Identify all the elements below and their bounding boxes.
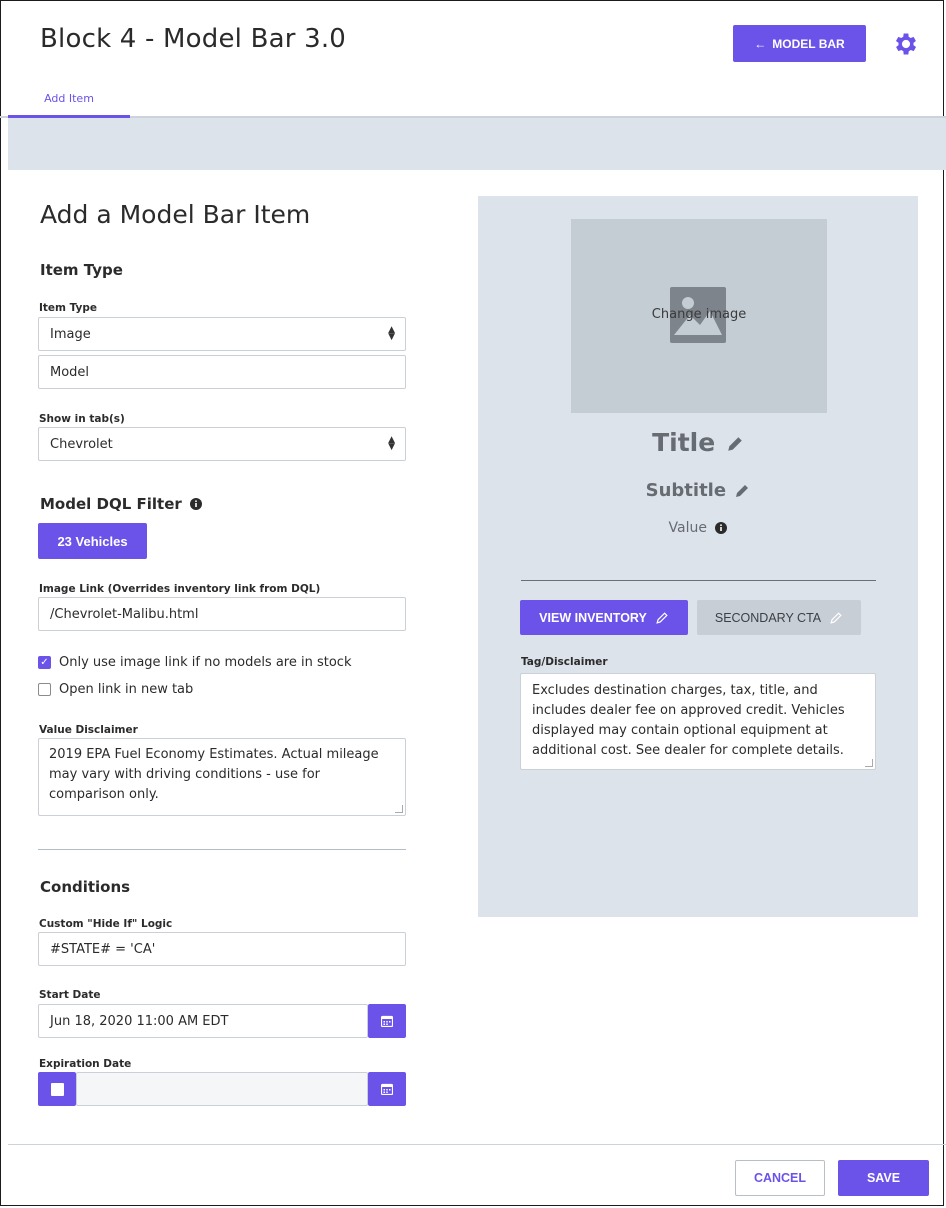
item-subtype-value: Model <box>50 364 90 380</box>
start-date-input[interactable]: Jun 18, 2020 11:00 AM EDT <box>38 1004 368 1038</box>
checkbox-unchecked[interactable] <box>38 683 51 696</box>
value-disclaimer-text: 2019 EPA Fuel Economy Estimates. Actual … <box>49 747 379 802</box>
back-to-model-bar-button[interactable]: ← MODEL BAR <box>733 25 866 62</box>
tab-add-item[interactable]: Add Item <box>8 92 130 118</box>
preview-subtitle[interactable]: Subtitle <box>478 480 918 501</box>
conditions-section-heading: Conditions <box>40 878 131 896</box>
form-heading: Add a Model Bar Item <box>40 200 311 229</box>
gear-icon[interactable] <box>892 30 920 58</box>
value-disclaimer-textarea[interactable]: 2019 EPA Fuel Economy Estimates. Actual … <box>38 738 406 816</box>
image-link-input[interactable]: /Chevrolet-Malibu.html <box>38 597 406 631</box>
pencil-outline-icon <box>830 611 842 624</box>
expiration-toggle-button[interactable] <box>38 1072 76 1106</box>
secondary-cta-label: SECONDARY CTA <box>714 610 822 625</box>
hide-if-value: #STATE# = 'CA' <box>50 941 156 957</box>
view-inventory-button[interactable]: VIEW INVENTORY <box>520 600 688 635</box>
page-title: Block 4 - Model Bar 3.0 <box>40 24 347 54</box>
checkbox-label-new-tab: Open link in new tab <box>59 682 194 697</box>
show-in-tabs-value: Chevrolet <box>50 436 113 452</box>
checkbox-row-new-tab[interactable]: Open link in new tab <box>38 682 193 697</box>
tag-disclaimer-text: Excludes destination charges, tax, title… <box>532 683 845 758</box>
toggle-square-icon <box>50 1082 64 1096</box>
tag-disclaimer-label: Tag/Disclaimer <box>521 656 608 668</box>
start-date-value: Jun 18, 2020 11:00 AM EDT <box>50 1013 229 1029</box>
save-button[interactable]: SAVE <box>838 1160 929 1196</box>
vehicles-count-button[interactable]: 23 Vehicles <box>38 523 147 559</box>
expiration-date-input[interactable] <box>76 1072 368 1106</box>
info-icon[interactable] <box>189 498 202 510</box>
show-in-tabs-select[interactable]: Chevrolet ▲ ▼ <box>38 427 406 461</box>
change-image-link[interactable]: Change image <box>571 307 827 322</box>
tag-disclaimer-textarea[interactable]: Excludes destination charges, tax, title… <box>520 673 876 770</box>
checkbox-checked[interactable]: ✓ <box>38 656 51 669</box>
item-type-section-heading: Item Type <box>40 261 123 279</box>
checkbox-label-stock-only: Only use image link if no models are in … <box>59 655 352 670</box>
header-band <box>8 118 946 170</box>
image-link-label: Image Link (Overrides inventory link fro… <box>39 583 321 595</box>
preview-subtitle-text: Subtitle <box>645 480 727 501</box>
start-date-label: Start Date <box>39 989 101 1001</box>
image-link-value: /Chevrolet-Malibu.html <box>50 606 199 622</box>
section-divider <box>38 849 406 850</box>
pencil-outline-icon <box>656 611 668 624</box>
select-arrows-icon: ▲ ▼ <box>388 435 395 452</box>
dql-filter-heading: Model DQL Filter <box>40 495 202 513</box>
show-in-tabs-label: Show in tab(s) <box>39 413 125 425</box>
checkbox-row-stock-only[interactable]: ✓ Only use image link if no models are i… <box>38 655 351 670</box>
start-date-calendar-button[interactable] <box>368 1004 406 1038</box>
hide-if-label: Custom "Hide If" Logic <box>39 918 173 930</box>
resize-handle-icon[interactable] <box>395 805 403 813</box>
footer-divider <box>8 1144 946 1145</box>
hide-if-input[interactable]: #STATE# = 'CA' <box>38 932 406 966</box>
item-type-select[interactable]: Image ▲ ▼ <box>38 317 406 351</box>
calendar-icon <box>381 1083 393 1095</box>
dql-filter-heading-label: Model DQL Filter <box>40 495 182 513</box>
info-icon[interactable] <box>715 522 728 534</box>
secondary-cta-button[interactable]: SECONDARY CTA <box>697 600 861 635</box>
preview-title[interactable]: Title <box>478 428 918 457</box>
pencil-icon[interactable] <box>734 483 750 499</box>
preview-value-text: Value <box>668 520 707 536</box>
expiration-date-calendar-button[interactable] <box>368 1072 406 1106</box>
value-disclaimer-label: Value Disclaimer <box>39 724 138 736</box>
select-arrows-icon: ▲ ▼ <box>388 325 395 342</box>
calendar-icon <box>381 1015 393 1027</box>
item-subtype-field[interactable]: Model <box>38 355 406 389</box>
expiration-date-label: Expiration Date <box>39 1058 132 1070</box>
view-inventory-label: VIEW INVENTORY <box>539 610 647 625</box>
preview-value: Value <box>478 520 918 536</box>
back-button-label: MODEL BAR <box>772 36 845 51</box>
cancel-button[interactable]: CANCEL <box>735 1160 825 1196</box>
arrow-left-icon: ← <box>754 36 767 51</box>
item-type-select-value: Image <box>50 326 91 342</box>
page-header: Block 4 - Model Bar 3.0 ← MODEL BAR Add … <box>0 0 946 118</box>
preview-divider <box>521 580 876 581</box>
preview-title-text: Title <box>652 428 716 457</box>
resize-handle-icon[interactable] <box>865 759 873 767</box>
pencil-icon[interactable] <box>726 435 744 453</box>
item-type-label: Item Type <box>39 302 98 314</box>
